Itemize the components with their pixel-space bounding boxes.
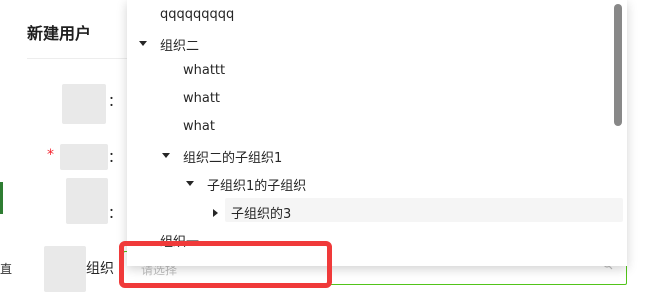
dropdown-scrollbar[interactable] bbox=[614, 4, 622, 126]
blurred-label-3 bbox=[66, 178, 108, 224]
form-label-1-colon: ： bbox=[108, 94, 122, 110]
modal-divider bbox=[27, 58, 127, 59]
tree-node-what[interactable]: what bbox=[127, 115, 617, 141]
blurred-label-4 bbox=[44, 246, 86, 292]
caret-right-icon[interactable] bbox=[213, 209, 218, 217]
required-mark: * bbox=[47, 147, 54, 163]
tree-node-label: whattt bbox=[183, 63, 226, 78]
form-label-2-colon: ： bbox=[108, 150, 122, 166]
tree-node-sub1-sub[interactable]: 子组织1的子组织 bbox=[127, 171, 617, 197]
tree-node-label: whatt bbox=[183, 91, 221, 106]
caret-down-icon[interactable] bbox=[162, 153, 170, 158]
caret-down-icon[interactable] bbox=[139, 41, 147, 46]
tree-node-label: 组织二的子组织1 bbox=[183, 151, 283, 166]
org-label: 组织 bbox=[86, 261, 114, 277]
tree-node-qqq[interactable]: qqqqqqqqq bbox=[127, 3, 617, 29]
background-accent bbox=[0, 182, 3, 214]
blurred-label-1 bbox=[62, 84, 106, 124]
annotation-highlight-box bbox=[119, 241, 332, 288]
blurred-label-2 bbox=[60, 144, 108, 170]
tree-node-label: 子组织的3 bbox=[231, 207, 292, 222]
tree-node-label: what bbox=[183, 119, 215, 134]
caret-down-icon[interactable] bbox=[186, 181, 194, 186]
tree-node-org2-sub1[interactable]: 组织二的子组织1 bbox=[127, 143, 617, 169]
tree-node-org2[interactable]: 组织二 bbox=[127, 31, 617, 57]
tree-node-sub3[interactable]: 子组织的3 bbox=[127, 199, 617, 225]
background-glyph: 直 bbox=[0, 262, 13, 276]
modal-title: 新建用户 bbox=[27, 24, 92, 43]
tree-node-whattt[interactable]: whattt bbox=[127, 59, 617, 85]
tree-node-label: qqqqqqqqq bbox=[160, 7, 235, 22]
form-label-3-colon: ： bbox=[108, 206, 122, 222]
tree-node-whatt[interactable]: whatt bbox=[127, 87, 617, 113]
org-tree-dropdown: qqqqqqqqq 组织二 whattt whatt what 组织二的子组织1… bbox=[127, 0, 627, 266]
tree-node-label: 子组织1的子组织 bbox=[207, 179, 307, 194]
tree-node-label: 组织二 bbox=[160, 39, 200, 54]
